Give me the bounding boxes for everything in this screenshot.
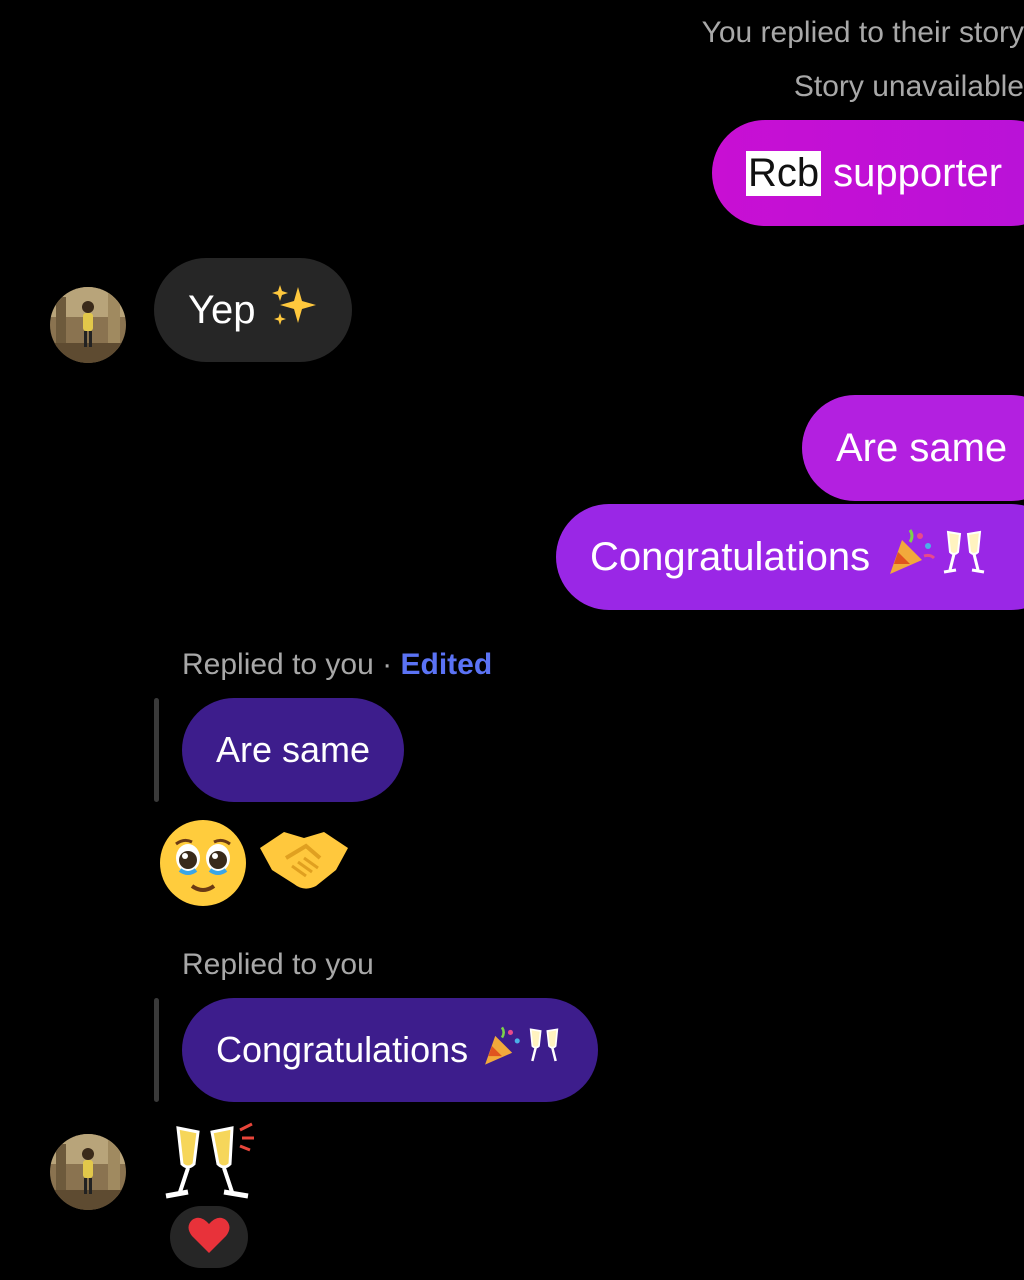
red-heart-icon [187,1215,231,1260]
message-bubble-sent[interactable]: Are same [802,395,1024,501]
reply-quote-bar [154,698,159,802]
quoted-text: Congratulations [216,1029,469,1070]
message-text: Yep [188,287,256,332]
quoted-message-bubble[interactable]: Are same [182,698,405,802]
emoji-message[interactable] [158,818,352,913]
highlighted-word: Rcb [746,150,822,196]
avatar[interactable] [50,287,126,363]
message-text: Are same [836,425,1008,470]
message-text: supporter [833,150,1003,195]
quoted-message-bubble[interactable]: Congratulations [182,998,599,1102]
clinking-glasses-icon [940,526,988,588]
edited-label[interactable]: Edited [400,648,492,681]
reply-quote-bar [154,998,159,1102]
reply-label: Replied to you · Edited [182,648,493,681]
reply-label: Replied to you [182,948,374,981]
quoted-text: Are same [216,729,371,770]
story-reply-label: You replied to their story [701,16,1024,49]
party-popper-icon [480,1024,524,1077]
avatar-image [50,287,126,363]
message-bubble-sent[interactable]: Congratulations [556,504,1024,610]
handshake-icon [256,818,352,913]
sparkles-icon [270,281,318,339]
avatar[interactable] [50,1134,126,1210]
message-text: Congratulations [590,534,871,579]
clinking-glasses-icon [160,1118,256,1211]
message-bubble-sent[interactable]: Rcb supporter [712,120,1024,226]
party-popper-icon [884,526,936,588]
emoji-message[interactable] [160,1118,256,1211]
reaction-badge[interactable] [170,1206,248,1268]
message-bubble-received[interactable]: Yep [154,258,352,362]
avatar-image [50,1134,126,1210]
chat-screen: You replied to their story Story unavail… [0,0,1024,1280]
pleading-face-icon [158,818,248,913]
story-unavailable-label: Story unavailable [793,70,1024,103]
clinking-glasses-icon [524,1024,564,1077]
